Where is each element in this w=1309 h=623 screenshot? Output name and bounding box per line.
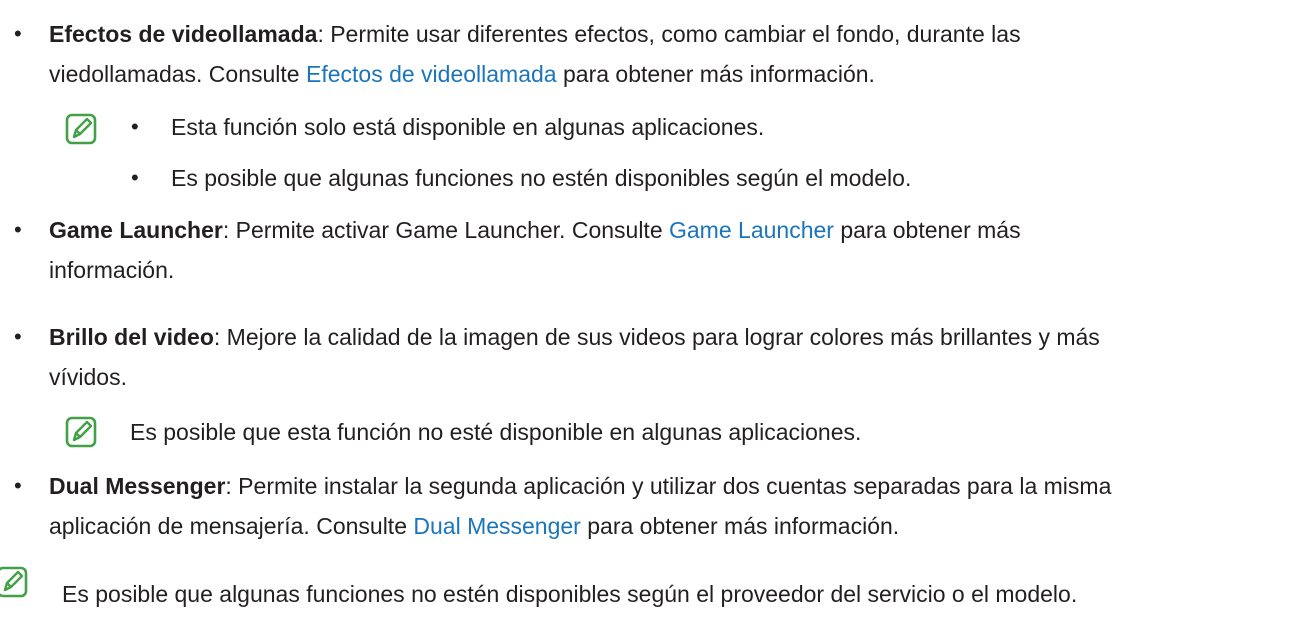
item-text: Dual Messenger: Permite instalar la segu… [49,466,1304,546]
sub-bullet: • [131,114,139,139]
item-title: Dual Messenger [49,473,226,499]
item-text: Brillo del video: Mejore la calidad de l… [49,317,1304,397]
bullet: • [14,473,22,498]
item-line-1: Efectos de videollamada: Permite usar di… [49,14,1304,54]
link-video-call-effects[interactable]: Efectos de videollamada [306,61,557,87]
item-line-2: vívidos. [49,364,127,390]
item-line-2: viedollamadas. Consulte Efectos de video… [49,54,1304,94]
item-desc: para obtener más [833,217,1021,243]
item-line-2: información. [49,257,175,283]
note-pencil-icon [65,416,97,448]
bullet: • [14,21,22,46]
item-line-1: Game Launcher: Permite activar Game Laun… [49,210,1304,250]
item-title: Game Launcher [49,217,223,243]
item-desc: : Permite instalar la segunda aplicación… [225,473,1112,499]
sub-bullet: • [131,165,139,190]
note-text: Es posible que algunas funciones no esté… [62,581,1078,607]
note-text: Es posible que esta función no esté disp… [130,419,862,445]
note-text: Esta función solo está disponible en alg… [171,114,765,140]
note-text: Es posible que algunas funciones no esté… [171,165,912,191]
item-desc: para obtener más información. [556,61,875,87]
manual-page: • Efectos de videollamada: Permite usar … [0,0,1309,623]
item-text: Efectos de videollamada: Permite usar di… [49,14,1304,94]
item-line-1: Dual Messenger: Permite instalar la segu… [49,466,1304,506]
item-title: Brillo del video [49,324,214,350]
item-desc: : Permite activar Game Launcher. Consult… [222,217,669,243]
link-dual-messenger[interactable]: Dual Messenger [413,513,580,539]
item-line-1: Brillo del video: Mejore la calidad de l… [49,317,1304,357]
item-desc: viedollamadas. Consulte [49,61,306,87]
note-pencil-icon [65,113,97,145]
item-desc: : Mejore la calidad de la imagen de sus … [213,324,1100,350]
bullet: • [14,217,22,242]
bullet: • [14,324,22,349]
item-line-2: aplicación de mensajería. Consulte Dual … [49,506,1304,546]
item-desc: : Permite usar diferentes efectos, como … [317,21,1021,47]
item-text: Game Launcher: Permite activar Game Laun… [49,210,1304,290]
link-game-launcher[interactable]: Game Launcher [669,217,834,243]
item-desc: aplicación de mensajería. Consulte [49,513,414,539]
note-pencil-icon [0,566,28,598]
item-title: Efectos de videollamada [49,21,318,47]
item-desc: para obtener más información. [580,513,900,539]
